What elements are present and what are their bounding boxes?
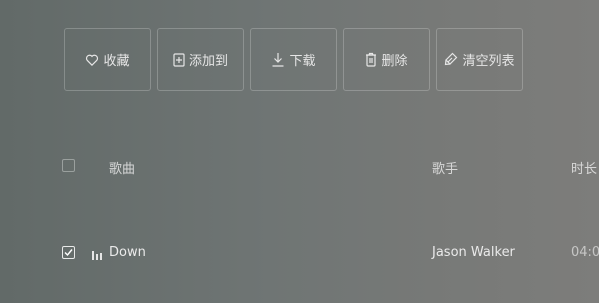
favorite-button-label: 收藏	[103, 54, 130, 69]
select-all-checkbox[interactable]	[62, 159, 75, 172]
trash-icon	[365, 52, 377, 67]
download-button-label: 下载	[289, 54, 316, 69]
checkmark-icon	[64, 249, 73, 257]
download-icon	[271, 52, 285, 68]
toolbar: 收藏 添加到 下载 删除 清空列表	[64, 28, 523, 91]
delete-button[interactable]: 删除	[343, 28, 430, 91]
add-to-button-label: 添加到	[188, 54, 228, 69]
table-row[interactable]: Down Jason Walker 04:05	[0, 235, 599, 271]
clear-list-button-label: 清空列表	[462, 54, 515, 69]
download-button[interactable]: 下载	[250, 28, 337, 91]
eraser-icon	[444, 52, 458, 67]
song-artist[interactable]: Jason Walker	[432, 245, 515, 260]
column-header-song[interactable]: 歌曲	[109, 158, 135, 177]
add-to-button[interactable]: 添加到	[157, 28, 244, 91]
favorite-button[interactable]: 收藏	[64, 28, 151, 91]
row-checkbox[interactable]	[62, 246, 75, 259]
column-header-duration[interactable]: 时长	[571, 158, 597, 177]
playing-bars-icon	[92, 248, 102, 260]
song-duration: 04:05	[571, 245, 599, 260]
column-header-artist[interactable]: 歌手	[432, 158, 458, 177]
table-header: 歌曲 歌手 时长	[0, 150, 599, 184]
delete-button-label: 删除	[381, 54, 408, 69]
song-title[interactable]: Down	[109, 245, 146, 260]
clear-list-button[interactable]: 清空列表	[436, 28, 523, 91]
heart-outline-icon	[85, 53, 99, 67]
plus-square-icon	[173, 52, 185, 67]
